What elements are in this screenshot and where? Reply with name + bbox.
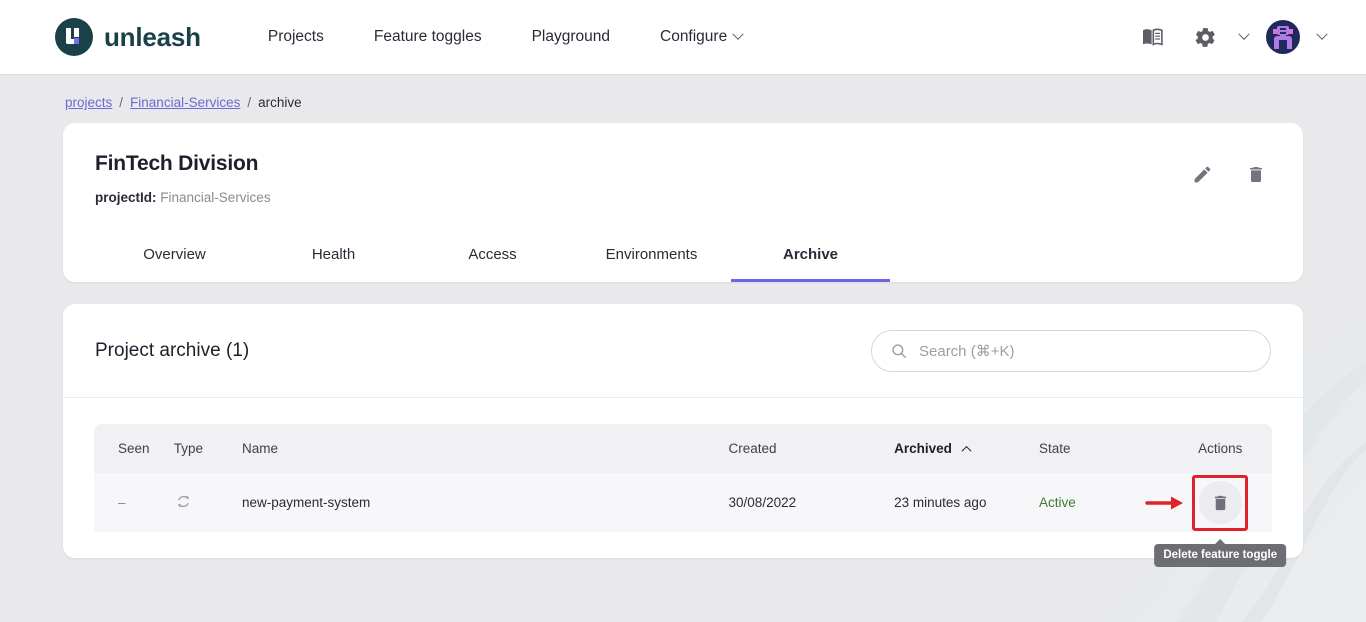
column-header-name[interactable]: Name bbox=[242, 424, 729, 473]
cell-actions: Delete feature toggle bbox=[1168, 473, 1272, 532]
chevron-down-icon bbox=[733, 29, 744, 40]
page-title: FinTech Division bbox=[95, 152, 1271, 176]
column-header-created-label: Created bbox=[729, 441, 777, 456]
archive-table: Seen Type Name Created Archived bbox=[94, 424, 1272, 532]
nav-item-playground-label: Playground bbox=[532, 28, 610, 46]
column-header-type[interactable]: Type bbox=[174, 424, 242, 473]
table-header: Seen Type Name Created Archived bbox=[94, 424, 1272, 473]
feature-toggle-name: new-payment-system bbox=[242, 495, 370, 510]
main-nav: Projects Feature toggles Playground Conf… bbox=[243, 20, 767, 54]
column-header-state-label: State bbox=[1039, 441, 1071, 456]
tab-access[interactable]: Access bbox=[413, 229, 572, 282]
top-navigation-bar: unleash Projects Feature toggles Playgro… bbox=[0, 0, 1366, 74]
tab-archive-label: Archive bbox=[783, 246, 838, 263]
tab-environments[interactable]: Environments bbox=[572, 229, 731, 282]
project-id-label: projectId: bbox=[95, 190, 157, 205]
search-icon bbox=[890, 342, 908, 360]
delete-feature-toggle-button[interactable] bbox=[1199, 481, 1242, 524]
nav-item-configure-label: Configure bbox=[660, 28, 727, 46]
archived-time: 23 minutes ago bbox=[894, 495, 986, 510]
created-date: 30/08/2022 bbox=[729, 495, 797, 510]
topbar-right-actions bbox=[1136, 20, 1326, 54]
avatar[interactable] bbox=[1266, 20, 1300, 54]
archive-header: Project archive (1) Search (⌘+K) bbox=[63, 304, 1303, 398]
sort-ascending-icon bbox=[961, 446, 971, 456]
table-body: – new-payment-system bbox=[94, 473, 1272, 532]
nav-item-projects-label: Projects bbox=[268, 28, 324, 46]
cell-seen: – bbox=[94, 473, 174, 532]
breadcrumb-project-link[interactable]: Financial-Services bbox=[130, 95, 240, 110]
nav-item-feature-toggles[interactable]: Feature toggles bbox=[349, 20, 507, 54]
column-header-seen[interactable]: Seen bbox=[94, 424, 174, 473]
project-header-card: FinTech Division projectId: Financial-Se… bbox=[63, 123, 1303, 282]
unleash-logo[interactable]: unleash bbox=[55, 18, 201, 56]
cell-state: Active bbox=[1039, 473, 1168, 532]
cell-type bbox=[174, 473, 242, 532]
breadcrumb-separator-2: / bbox=[247, 95, 251, 110]
project-actions bbox=[1185, 157, 1273, 191]
tab-overview-label: Overview bbox=[143, 246, 206, 263]
release-loop-icon bbox=[174, 492, 193, 511]
project-archive-card: Project archive (1) Search (⌘+K) bbox=[63, 304, 1303, 558]
project-id-value: Financial-Services bbox=[160, 190, 270, 205]
gear-icon bbox=[1194, 26, 1217, 49]
project-tabs: Overview Health Access Environments Arch… bbox=[95, 229, 1271, 282]
column-header-created[interactable]: Created bbox=[729, 424, 895, 473]
archive-title: Project archive (1) bbox=[95, 340, 249, 362]
pencil-icon bbox=[1192, 164, 1213, 185]
column-header-actions-label: Actions bbox=[1198, 441, 1242, 456]
tab-health-label: Health bbox=[312, 246, 355, 263]
column-header-archived[interactable]: Archived bbox=[894, 424, 1039, 473]
tooltip: Delete feature toggle bbox=[1154, 544, 1286, 567]
seen-value: – bbox=[118, 495, 126, 510]
trash-icon bbox=[1246, 164, 1266, 185]
page-content: projects / Financial-Services / archive … bbox=[0, 74, 1366, 558]
column-header-seen-label: Seen bbox=[118, 441, 150, 456]
nav-item-configure[interactable]: Configure bbox=[635, 20, 767, 54]
search-input-placeholder: Search (⌘+K) bbox=[919, 342, 1014, 360]
nav-item-projects[interactable]: Projects bbox=[243, 20, 349, 54]
breadcrumb-current: archive bbox=[258, 95, 302, 110]
unleash-logo-icon bbox=[55, 18, 93, 56]
settings-chevron-down-icon[interactable] bbox=[1238, 29, 1249, 40]
avatar-chevron-down-icon[interactable] bbox=[1316, 29, 1327, 40]
nav-item-feature-toggles-label: Feature toggles bbox=[374, 28, 482, 46]
breadcrumb-separator: / bbox=[119, 95, 123, 110]
nav-item-playground[interactable]: Playground bbox=[507, 20, 635, 54]
tab-environments-label: Environments bbox=[606, 246, 698, 263]
column-header-state[interactable]: State bbox=[1039, 424, 1168, 473]
documentation-button[interactable] bbox=[1136, 20, 1170, 54]
tab-overview[interactable]: Overview bbox=[95, 229, 254, 282]
column-header-archived-label: Archived bbox=[894, 441, 952, 456]
column-header-type-label: Type bbox=[174, 441, 203, 456]
search-input[interactable]: Search (⌘+K) bbox=[871, 330, 1271, 372]
table-header-row: Seen Type Name Created Archived bbox=[94, 424, 1272, 473]
tab-health[interactable]: Health bbox=[254, 229, 413, 282]
trash-icon bbox=[1211, 493, 1230, 513]
tab-archive[interactable]: Archive bbox=[731, 229, 890, 282]
archive-table-wrapper: Seen Type Name Created Archived bbox=[63, 424, 1303, 532]
cell-created: 30/08/2022 bbox=[729, 473, 895, 532]
table-row[interactable]: – new-payment-system bbox=[94, 473, 1272, 532]
edit-project-button[interactable] bbox=[1185, 157, 1219, 191]
cell-name: new-payment-system bbox=[242, 473, 729, 532]
book-icon bbox=[1142, 28, 1164, 46]
project-id-row: projectId: Financial-Services bbox=[95, 190, 1271, 205]
tab-access-label: Access bbox=[468, 246, 516, 263]
breadcrumb: projects / Financial-Services / archive bbox=[63, 74, 1303, 123]
column-header-actions: Actions bbox=[1168, 424, 1272, 473]
cell-archived: 23 minutes ago bbox=[894, 473, 1039, 532]
breadcrumb-projects-link[interactable]: projects bbox=[65, 95, 112, 110]
delete-project-button[interactable] bbox=[1239, 157, 1273, 191]
brand-name: unleash bbox=[104, 22, 201, 53]
column-header-name-label: Name bbox=[242, 441, 278, 456]
status-badge: Active bbox=[1039, 495, 1076, 510]
delete-feature-toggle-wrapper: Delete feature toggle bbox=[1195, 478, 1245, 528]
settings-button[interactable] bbox=[1188, 20, 1222, 54]
